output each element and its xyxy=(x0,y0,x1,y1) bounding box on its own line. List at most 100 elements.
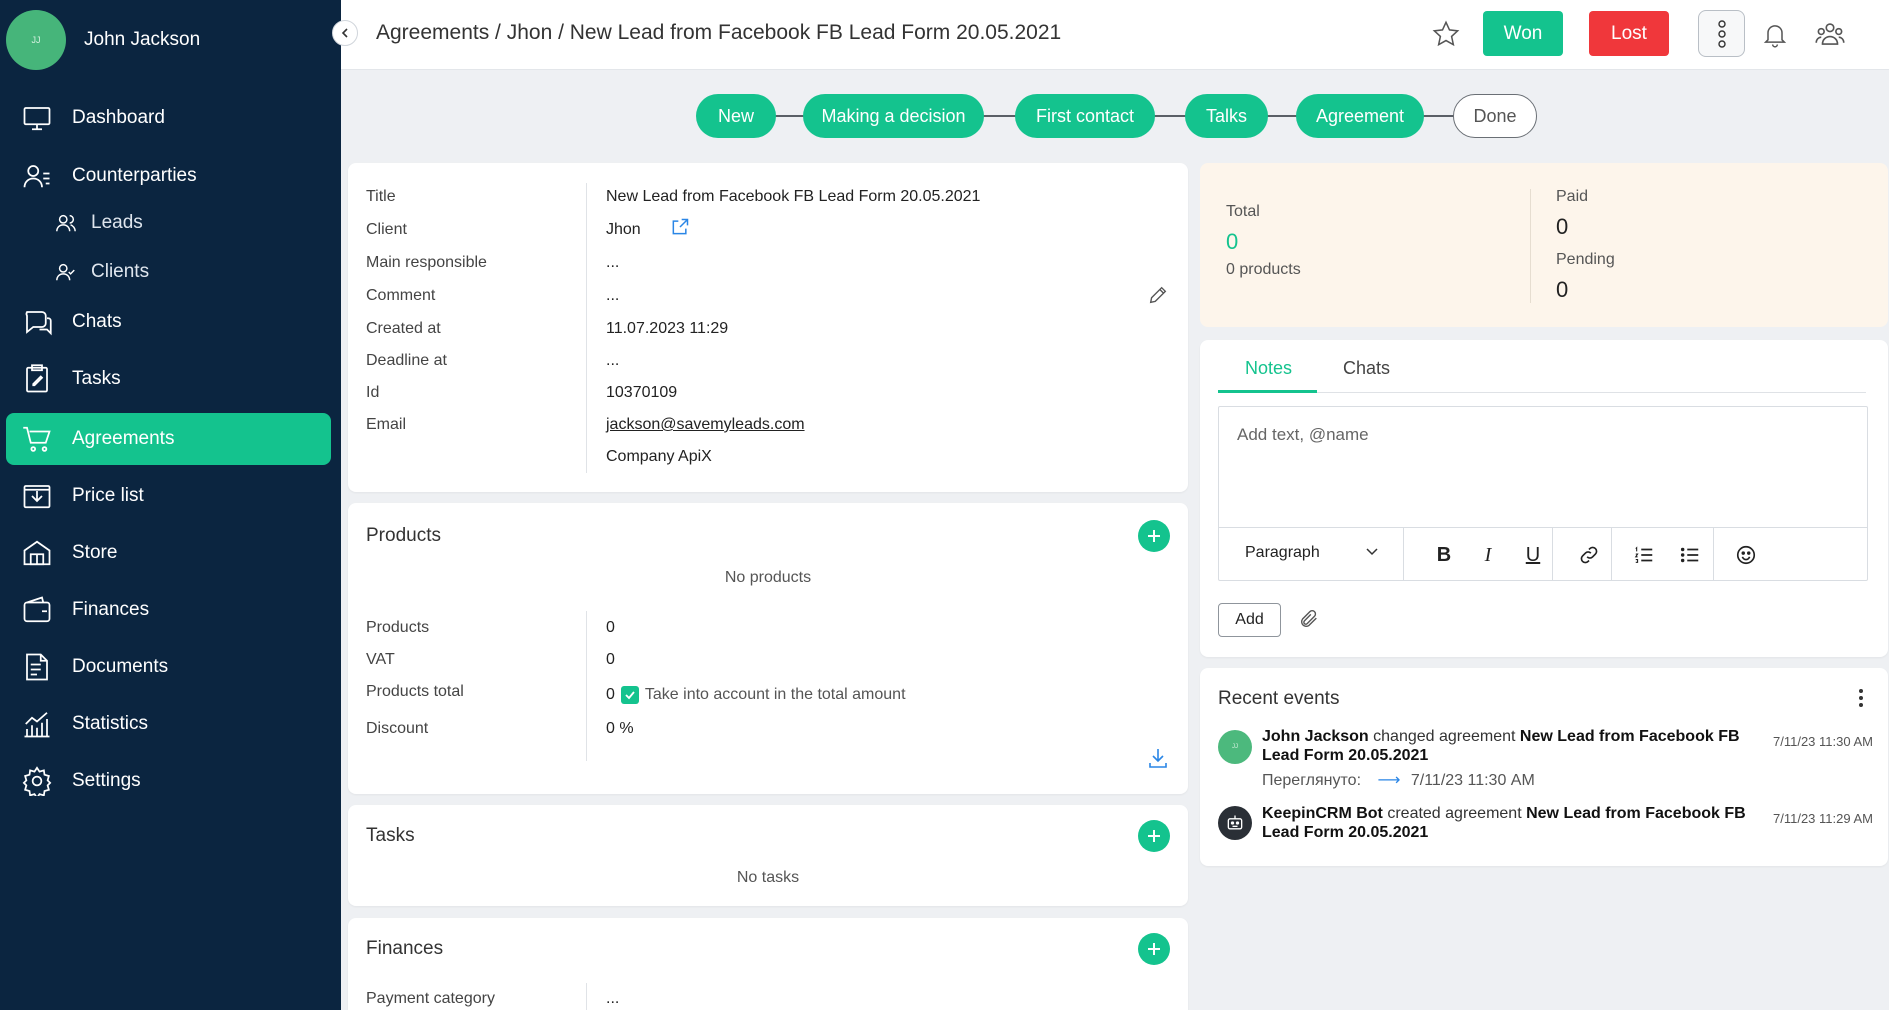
tab-chats[interactable]: Chats xyxy=(1343,358,1390,379)
sidebar-item-finances[interactable]: Finances xyxy=(6,584,331,636)
sidebar-item-agreements[interactable]: Agreements xyxy=(6,413,331,465)
event-action: created agreement xyxy=(1382,805,1527,822)
paid-value: 0 xyxy=(1556,214,1569,239)
field-label: Discount xyxy=(366,720,429,737)
download-icon[interactable] xyxy=(1146,746,1170,775)
sidebar-item-clients[interactable]: Clients xyxy=(6,246,331,298)
tab-notes[interactable]: Notes xyxy=(1245,358,1292,379)
event-time: 7/11/23 11:30 AM xyxy=(1773,734,1873,749)
bold-icon[interactable]: B xyxy=(1431,542,1457,568)
products-count-value: 0 xyxy=(606,619,615,636)
total-value: 0 xyxy=(1226,229,1239,254)
active-tab-indicator xyxy=(1218,390,1317,393)
stage-making-decision[interactable]: Making a decision xyxy=(803,94,984,138)
ordered-list-icon[interactable] xyxy=(1631,542,1657,568)
event-actor[interactable]: John Jackson xyxy=(1262,728,1369,745)
stage-first-contact[interactable]: First contact xyxy=(1015,94,1155,138)
sidebar-item-label: Dashboard xyxy=(72,107,165,128)
summary-card: Total 0 0 products Paid 0 Pending 0 xyxy=(1200,163,1888,327)
stage-done[interactable]: Done xyxy=(1453,94,1537,138)
chevron-down-icon[interactable] xyxy=(1365,544,1379,563)
monitor-icon xyxy=(22,103,52,133)
products-title: Products xyxy=(366,525,441,546)
sidebar-item-statistics[interactable]: Statistics xyxy=(6,698,331,750)
sidebar-item-chats[interactable]: Chats xyxy=(6,296,331,348)
sidebar-item-label: Finances xyxy=(72,599,150,620)
sidebar-item-tasks[interactable]: Tasks xyxy=(6,353,331,405)
paid-label: Paid xyxy=(1556,188,1589,205)
more-options-button[interactable] xyxy=(1698,10,1745,57)
products-card: Products No products Products 0 VAT 0 Pr… xyxy=(348,503,1188,794)
clipboard-icon xyxy=(22,364,52,394)
client-link[interactable]: Jhon xyxy=(606,221,641,239)
field-label: VAT xyxy=(366,651,395,668)
sidebar-item-leads[interactable]: Leads xyxy=(6,197,331,249)
id-value: 10370109 xyxy=(606,384,678,401)
lost-button[interactable]: Lost xyxy=(1589,11,1669,56)
paragraph-select[interactable]: Paragraph xyxy=(1245,544,1320,562)
add-finance-button[interactable] xyxy=(1138,933,1170,965)
bell-icon[interactable] xyxy=(1759,18,1791,50)
event-time: 7/11/23 11:29 AM xyxy=(1773,811,1873,826)
star-icon[interactable] xyxy=(1430,18,1462,50)
link-icon[interactable] xyxy=(1576,542,1602,568)
external-link-icon[interactable] xyxy=(670,217,690,242)
divider xyxy=(586,611,587,761)
event-actor[interactable]: KeepinCRM Bot xyxy=(1262,805,1383,822)
finances-title: Finances xyxy=(366,938,444,959)
payment-category-value: ... xyxy=(606,990,620,1007)
add-note-button[interactable]: Add xyxy=(1218,603,1281,637)
field-label: Products total xyxy=(366,683,464,700)
pencil-icon[interactable] xyxy=(1147,284,1169,311)
team-icon[interactable] xyxy=(1814,18,1846,50)
emoji-icon[interactable] xyxy=(1733,542,1759,568)
user-name: John Jackson xyxy=(84,29,201,50)
field-label: Email xyxy=(366,416,407,433)
user-profile[interactable]: JJ John Jackson xyxy=(6,10,200,70)
sidebar-item-documents[interactable]: Documents xyxy=(6,641,331,693)
kebab-icon[interactable] xyxy=(1858,688,1864,713)
products-total-value: 0 xyxy=(606,686,615,703)
responsible-value: ... xyxy=(606,254,620,271)
sidebar-item-label: Statistics xyxy=(72,713,149,734)
add-task-button[interactable] xyxy=(1138,820,1170,852)
document-icon xyxy=(22,652,52,682)
sidebar-item-counterparties[interactable]: Counterparties xyxy=(6,150,331,202)
store-icon xyxy=(22,538,52,568)
sidebar-item-label: Counterparties xyxy=(72,165,197,186)
no-products-text: No products xyxy=(724,569,812,586)
stage-new[interactable]: New xyxy=(696,94,776,138)
top-header: Agreements / Jhon / New Lead from Facebo… xyxy=(341,0,1889,70)
chevron-left-icon xyxy=(341,28,348,38)
recent-events-title: Recent events xyxy=(1218,688,1340,709)
wallet-icon xyxy=(22,595,52,625)
won-button[interactable]: Won xyxy=(1483,11,1563,56)
underline-icon[interactable]: U xyxy=(1520,542,1546,568)
sidebar-item-label: Chats xyxy=(72,311,122,332)
sidebar-item-settings[interactable]: Settings xyxy=(6,755,331,807)
deadline-value: ... xyxy=(606,352,620,369)
email-link[interactable]: jackson@savemyleads.com xyxy=(606,416,805,434)
sidebar-item-store[interactable]: Store xyxy=(6,527,331,579)
editor-toolbar: Paragraph B I U xyxy=(1219,527,1867,581)
note-editor[interactable]: Add text, @name Paragraph B I U xyxy=(1218,406,1868,581)
sidebar-item-label: Settings xyxy=(72,770,141,791)
download-box-icon xyxy=(22,481,52,511)
sidebar: JJ John Jackson Dashboard Counterparties… xyxy=(0,0,341,1010)
sidebar-item-dashboard[interactable]: Dashboard xyxy=(6,92,331,144)
field-label: Deadline at xyxy=(366,352,447,369)
paperclip-icon[interactable] xyxy=(1298,608,1320,635)
italic-icon[interactable]: I xyxy=(1475,542,1501,568)
stage-agreement[interactable]: Agreement xyxy=(1296,94,1424,138)
sidebar-item-label: Documents xyxy=(72,656,169,677)
discount-value: 0 % xyxy=(606,720,634,737)
stage-talks[interactable]: Talks xyxy=(1185,94,1268,138)
add-product-button[interactable] xyxy=(1138,520,1170,552)
collapse-sidebar-button[interactable] xyxy=(332,20,358,46)
take-into-account-checkbox[interactable] xyxy=(620,686,639,704)
bullet-list-icon[interactable] xyxy=(1677,542,1703,568)
sidebar-item-price-list[interactable]: Price list xyxy=(6,470,331,522)
created-at-value: 11.07.2023 11:29 xyxy=(606,320,729,337)
divider xyxy=(586,183,587,473)
bot-icon xyxy=(1218,806,1252,840)
